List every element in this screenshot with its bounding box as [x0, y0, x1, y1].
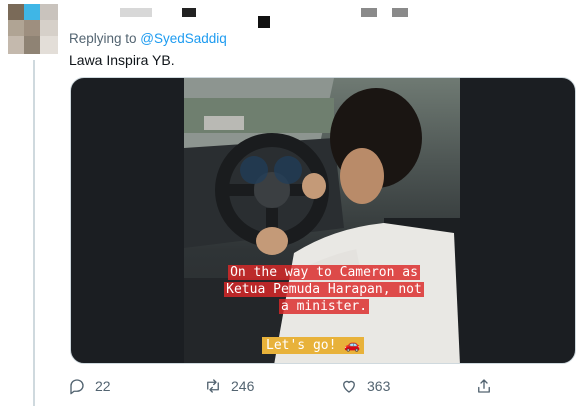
- reply-icon: [70, 379, 84, 395]
- like-button[interactable]: 363: [340, 377, 390, 395]
- avatar-pixel: [8, 36, 24, 54]
- share-button[interactable]: [475, 377, 493, 395]
- retweet-count: 246: [231, 378, 255, 394]
- replying-to-label: Replying to: [69, 31, 141, 46]
- caption-line: a minister.: [278, 299, 370, 314]
- media-attachment[interactable]: On the way to Cameron as Ketua Pemuda Ha…: [70, 77, 576, 364]
- caption-line: Ketua Pemuda Harapan, not: [224, 282, 424, 297]
- avatar-pixel: [24, 20, 40, 36]
- tweet-actions: 22 246 363: [68, 377, 568, 401]
- like-count: 363: [367, 378, 391, 394]
- reply-button[interactable]: 22: [68, 377, 111, 395]
- avatar[interactable]: [8, 4, 58, 54]
- replying-to: Replying to @SyedSaddiq: [69, 31, 227, 46]
- censored-name-block: [258, 16, 270, 28]
- car-interior-scene: [184, 78, 460, 363]
- avatar-pixel: [40, 20, 58, 36]
- share-icon: [478, 379, 490, 393]
- caption-line: On the way to Cameron as: [228, 265, 420, 280]
- video-caption: On the way to Cameron as Ketua Pemuda Ha…: [204, 264, 444, 315]
- heart-icon: [343, 380, 355, 393]
- retweet-button[interactable]: 246: [204, 377, 254, 395]
- tweet-text: Lawa Inspira YB.: [69, 52, 175, 68]
- censored-name-block: [120, 8, 152, 17]
- avatar-pixel: [24, 36, 40, 54]
- censored-name-block: [392, 8, 408, 17]
- censored-name-block: [182, 8, 196, 17]
- avatar-pixel: [8, 20, 24, 36]
- thread-line: [33, 60, 35, 406]
- video-cta-sticker: Let's go! 🚗: [262, 337, 365, 354]
- replying-to-handle-link[interactable]: @SyedSaddiq: [140, 31, 227, 46]
- retweet-icon: [207, 379, 219, 393]
- avatar-pixel: [40, 36, 58, 54]
- avatar-pixel: [8, 4, 24, 20]
- avatar-pixel: [40, 4, 58, 20]
- video-frame[interactable]: On the way to Cameron as Ketua Pemuda Ha…: [184, 78, 460, 363]
- avatar-pixel: [24, 4, 40, 20]
- censored-name-block: [361, 8, 377, 17]
- reply-count: 22: [95, 378, 111, 394]
